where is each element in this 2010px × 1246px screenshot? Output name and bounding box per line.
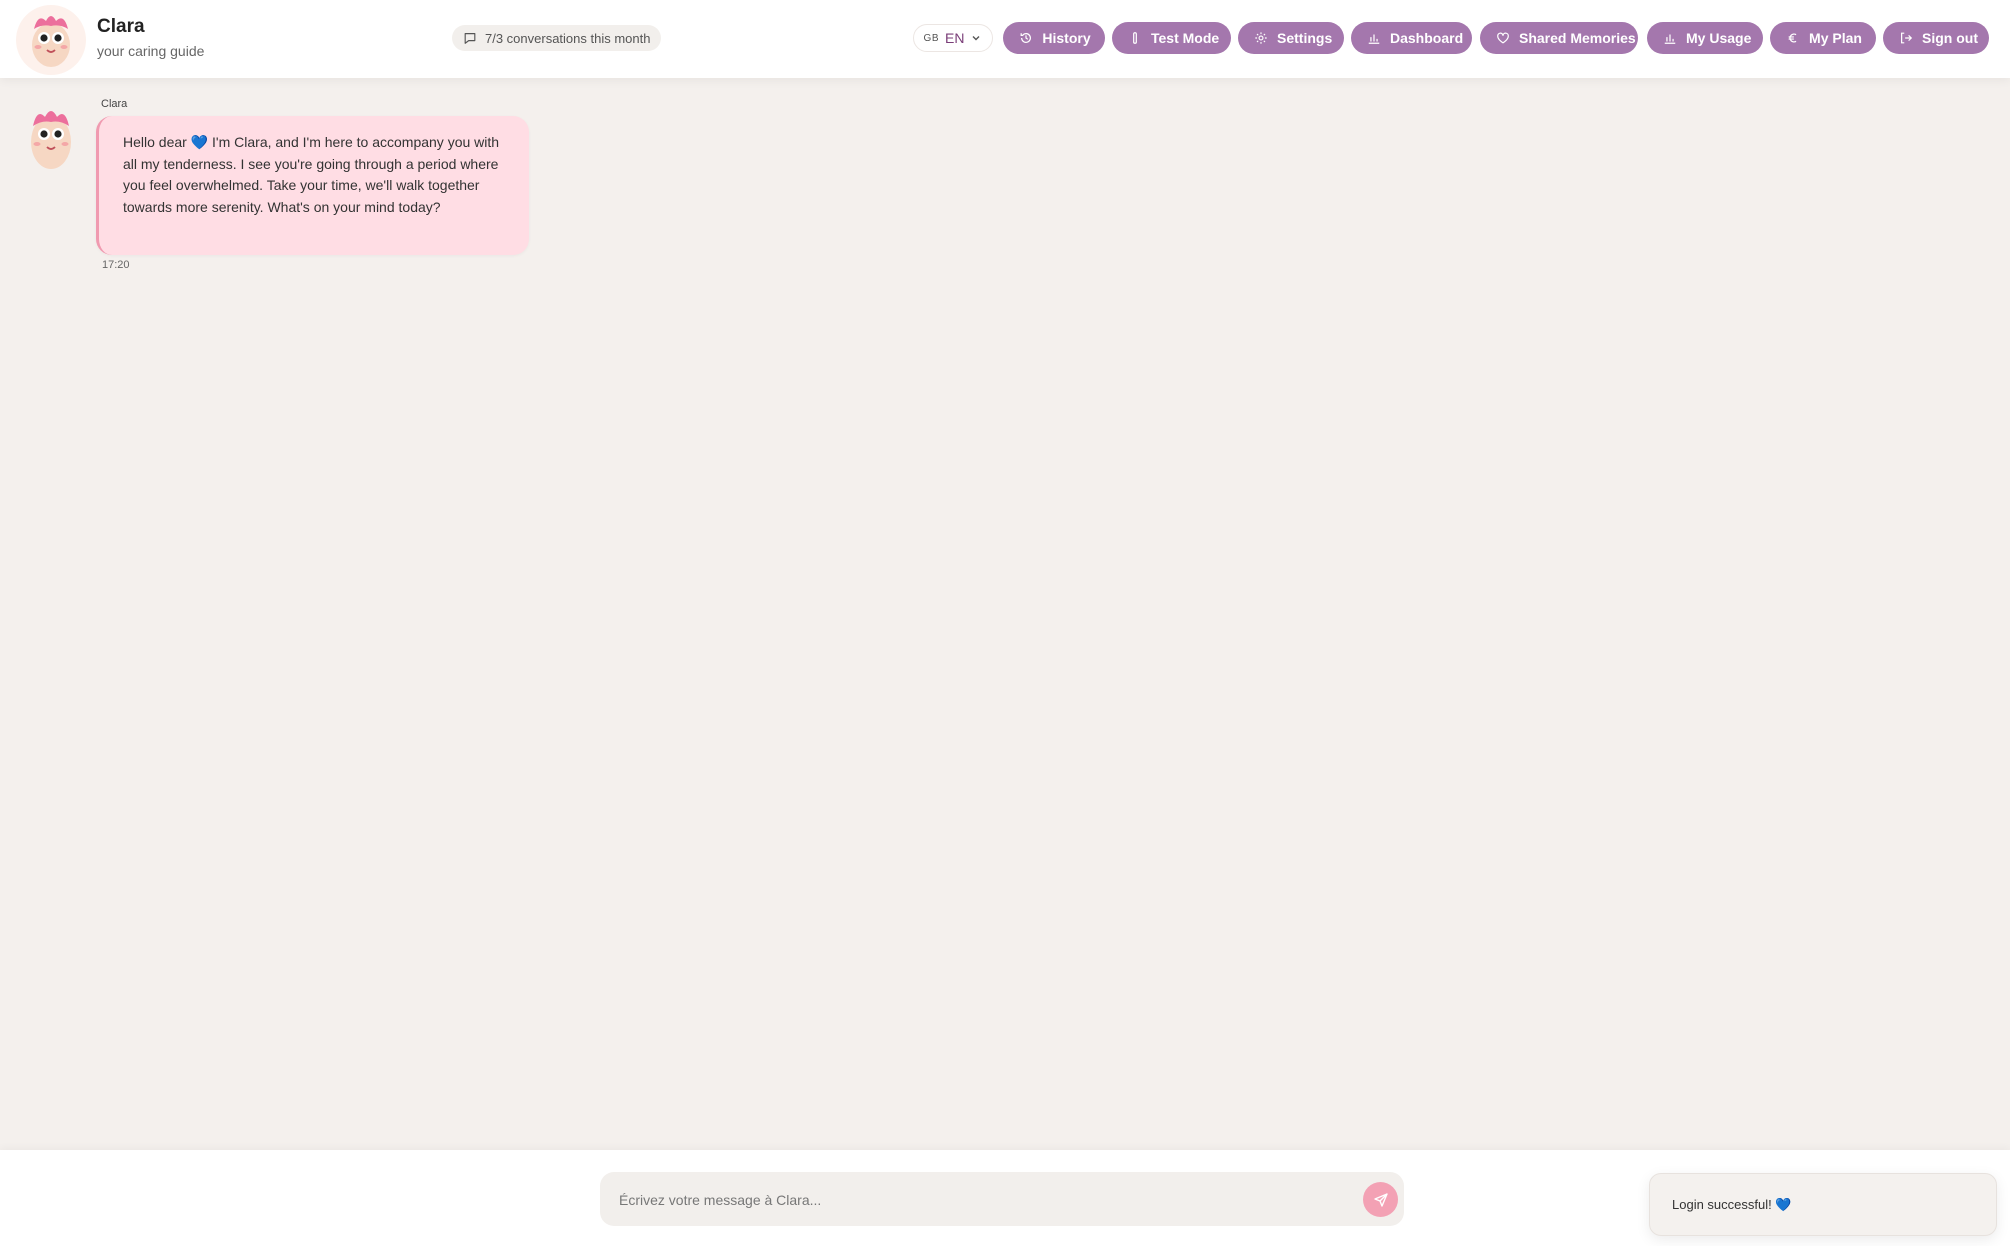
- language-selector[interactable]: GB EN: [913, 24, 993, 52]
- bar-chart-icon: [1664, 34, 1676, 44]
- toast-text: Login successful!: [1672, 1197, 1772, 1212]
- history-icon: [1020, 32, 1031, 43]
- sign-out-button[interactable]: Sign out: [1883, 22, 1989, 54]
- history-button[interactable]: History: [1003, 22, 1105, 54]
- app-title: Clara: [97, 16, 145, 37]
- message-sender: Clara: [101, 98, 128, 110]
- settings-label: Settings: [1277, 30, 1333, 46]
- settings-button[interactable]: Settings: [1238, 22, 1344, 54]
- sign-out-icon: [1901, 32, 1913, 44]
- test-mode-label: Test Mode: [1151, 30, 1220, 46]
- dashboard-button[interactable]: Dashboard: [1351, 22, 1472, 54]
- send-icon: [1373, 1192, 1388, 1207]
- my-usage-label: My Usage: [1686, 30, 1752, 46]
- my-plan-label: My Plan: [1809, 30, 1862, 46]
- language-flag: GB: [923, 32, 939, 44]
- sign-out-label: Sign out: [1922, 30, 1978, 46]
- clara-avatar-icon: [31, 111, 71, 169]
- history-label: History: [1042, 30, 1091, 46]
- heart-icon: [1497, 32, 1509, 44]
- message-timestamp: 17:20: [102, 259, 130, 271]
- app-subtitle: your caring guide: [97, 43, 205, 59]
- shared-memories-button[interactable]: Shared Memories: [1480, 22, 1638, 54]
- bar-chart-icon: [1368, 34, 1380, 44]
- message-input[interactable]: [617, 1172, 1321, 1228]
- language-code: EN: [945, 30, 965, 46]
- test-mode-button[interactable]: Test Mode: [1112, 22, 1231, 54]
- clara-avatar-icon: [16, 5, 86, 75]
- message-input-wrapper: [600, 1172, 1404, 1228]
- send-button[interactable]: [1363, 1182, 1398, 1217]
- blue-heart-emoji: 💙: [190, 134, 209, 150]
- message-text: Hello dear: [123, 134, 191, 150]
- top-header: Clara your caring guide 7/3 conversation…: [0, 0, 2010, 78]
- usage-text: 7/3 conversations this month: [485, 30, 651, 46]
- chevron-down-icon: [972, 36, 980, 41]
- shared-memories-label: Shared Memories: [1519, 30, 1636, 46]
- usage-counter-badge: 7/3 conversations this month: [452, 25, 662, 51]
- message-square-icon: [464, 33, 476, 44]
- euro-icon: [1788, 33, 1797, 43]
- blue-heart-emoji: 💙: [1775, 1196, 1792, 1212]
- dashboard-label: Dashboard: [1390, 30, 1464, 46]
- my-usage-button[interactable]: My Usage: [1647, 22, 1763, 54]
- assistant-message-bubble: Hello dear 💙 I'm Clara, and I'm here to …: [96, 116, 529, 255]
- flask-icon: [1133, 32, 1137, 44]
- my-plan-button[interactable]: My Plan: [1770, 22, 1876, 54]
- login-toast: Login successful! 💙: [1649, 1173, 1997, 1236]
- gear-icon: [1255, 32, 1267, 44]
